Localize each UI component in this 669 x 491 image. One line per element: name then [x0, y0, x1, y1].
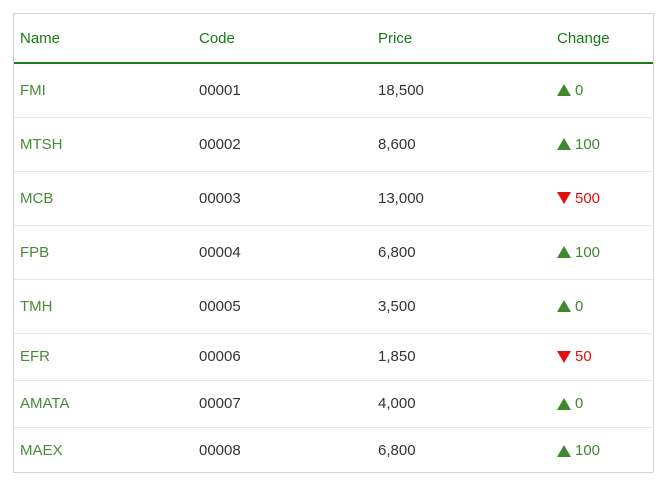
- header-row: Name Code Price Change: [14, 14, 653, 64]
- triangle-up-icon: [557, 300, 571, 312]
- stock-name: FPB: [14, 225, 193, 280]
- header-code[interactable]: Code: [193, 14, 372, 64]
- stock-price: 6,800: [372, 225, 551, 280]
- stock-code: 00002: [193, 117, 372, 172]
- stock-change-cell: 100: [551, 427, 653, 474]
- stock-name: EFR: [14, 333, 193, 381]
- stock-change: 0: [557, 82, 653, 99]
- stock-change: 500: [557, 190, 653, 207]
- table-header: Name Code Price Change: [14, 14, 653, 64]
- table-row[interactable]: EFR 00006 1,850 50: [14, 333, 653, 381]
- stock-price: 4,000: [372, 380, 551, 428]
- stock-code: 00008: [199, 442, 241, 460]
- change-value: 100: [575, 243, 601, 261]
- stock-code: 00003: [193, 171, 372, 226]
- triangle-up-icon: [557, 138, 571, 150]
- table-row[interactable]: FPB 00004 6,800 100: [14, 225, 653, 280]
- stock-code: 00004: [193, 225, 372, 280]
- stock-change: 0: [557, 298, 653, 315]
- triangle-up-icon: [557, 84, 571, 97]
- stock-price: 18,500: [372, 63, 551, 118]
- table-row[interactable]: MTSH 00002 8,600 100: [14, 117, 653, 172]
- stock-change-cell: 500: [551, 171, 653, 226]
- stock-change: 100: [557, 136, 653, 153]
- stock-change: 0: [557, 395, 653, 412]
- stock-table-container: Name Code Price Change FMI 00001 18,500 0 MT…: [13, 13, 654, 473]
- change-value: 0: [575, 81, 584, 99]
- stock-price: 6,800: [378, 442, 416, 460]
- header-change[interactable]: Change: [551, 14, 653, 64]
- stock-price: 13,000: [372, 171, 551, 226]
- change-value: 0: [575, 297, 584, 315]
- stock-name: TMH: [14, 279, 193, 334]
- stock-code: 00006: [193, 333, 372, 381]
- stock-name: MTSH: [14, 117, 193, 172]
- stock-change: 100: [557, 442, 653, 459]
- stock-change: 100: [557, 244, 653, 261]
- stock-change-cell: 0: [551, 380, 653, 428]
- stock-price: 3,500: [372, 279, 551, 334]
- stock-name: MCB: [14, 171, 193, 226]
- change-value: 100: [575, 442, 601, 460]
- triangle-up-icon: [557, 444, 571, 457]
- triangle-down-icon: [557, 192, 571, 204]
- stock-price: 8,600: [372, 117, 551, 172]
- stock-name: MAEX: [20, 442, 63, 460]
- stock-change-cell: 0: [551, 63, 653, 118]
- triangle-up-icon: [557, 397, 571, 410]
- table-row[interactable]: MAEX 00008 6,800 100: [14, 427, 653, 474]
- table-row[interactable]: FMI 00001 18,500 0: [14, 63, 653, 118]
- change-value: 0: [575, 395, 584, 412]
- stock-name: AMATA: [14, 380, 193, 428]
- triangle-down-icon: [557, 350, 571, 363]
- change-value: 50: [575, 348, 592, 365]
- stock-code: 00007: [193, 380, 372, 428]
- table-row[interactable]: MCB 00003 13,000 500: [14, 171, 653, 226]
- table-row[interactable]: AMATA 00007 4,000 0: [14, 380, 653, 428]
- table-body: FMI 00001 18,500 0 MTSH 00002 8,600 100 MCB 00003…: [14, 63, 653, 474]
- stock-name: FMI: [14, 63, 193, 118]
- stock-change-cell: 0: [551, 279, 653, 334]
- change-value: 500: [575, 189, 601, 207]
- change-value: 100: [575, 135, 601, 153]
- stock-change-cell: 50: [551, 333, 653, 381]
- table-row[interactable]: TMH 00005 3,500 0: [14, 279, 653, 334]
- stock-change-cell: 100: [551, 225, 653, 280]
- header-name[interactable]: Name: [14, 14, 193, 64]
- triangle-up-icon: [557, 246, 571, 258]
- stock-code: 00005: [193, 279, 372, 334]
- stock-price: 1,850: [372, 333, 551, 381]
- stock-change-cell: 100: [551, 117, 653, 172]
- stock-change: 50: [557, 348, 653, 365]
- header-price[interactable]: Price: [372, 14, 551, 64]
- stock-code: 00001: [193, 63, 372, 118]
- stock-table: Name Code Price Change FMI 00001 18,500 0 MT…: [14, 14, 653, 474]
